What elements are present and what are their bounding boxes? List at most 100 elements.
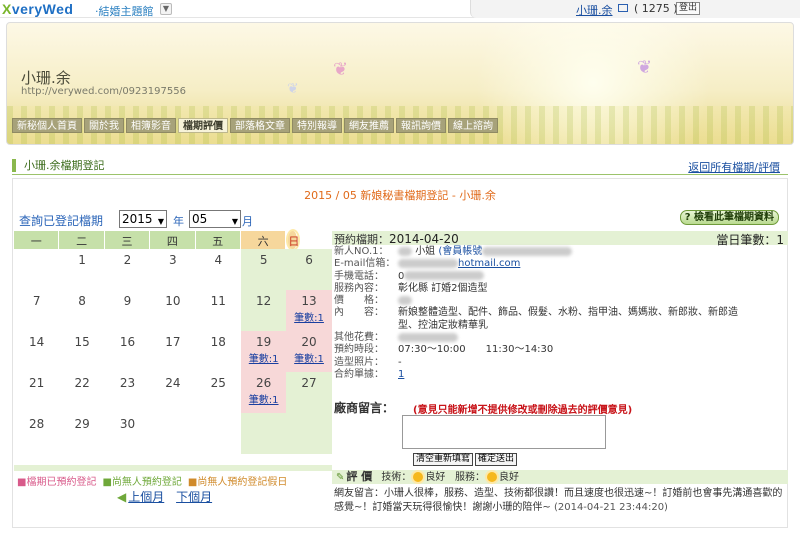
- calendar-day[interactable]: 7: [14, 290, 60, 331]
- detail-label: 合約單據：: [334, 368, 384, 380]
- nav-reports[interactable]: 特別報導: [292, 118, 342, 133]
- detail-label: 內 容：: [334, 307, 384, 319]
- back-to-all-link[interactable]: 返回所有檔期/評價: [688, 159, 780, 175]
- profile-url: http://verywed.com/0923197556: [21, 86, 186, 97]
- booking-count-link[interactable]: 筆數:1: [241, 350, 286, 365]
- calendar-day[interactable]: 11: [195, 290, 241, 331]
- nav-home[interactable]: 新秘個人首頁: [12, 118, 82, 133]
- day-number: 22: [74, 376, 90, 390]
- calendar-day[interactable]: 25: [195, 372, 241, 413]
- calendar-legend: ■檔期已預約登記 ■尚無人預約登記 ■尚無人預約登記假日: [17, 473, 287, 488]
- day-number: 19: [256, 335, 272, 349]
- day-number: 28: [29, 417, 45, 431]
- detail-label: 服務內容：: [334, 282, 384, 294]
- query-label: 查詢已登記檔期: [19, 214, 104, 228]
- calendar-day[interactable]: 19 筆數:1: [240, 331, 287, 372]
- calendar-heading: 2015 / 05 新娘秘書檔期登記 - 小珊.余: [304, 189, 496, 202]
- calendar-day[interactable]: 16: [104, 331, 151, 372]
- nav-blog[interactable]: 部落格文章: [230, 118, 290, 133]
- detail-row: E-mail信箱： hotmail.com: [334, 258, 784, 270]
- day-number: 24: [165, 376, 181, 390]
- calendar-day[interactable]: 28: [14, 413, 60, 454]
- theme-hall-link[interactable]: ·結婚主題館: [95, 3, 154, 19]
- calendar-day: [286, 413, 332, 454]
- view-booking-button[interactable]: ? 檢看此筆檔期資料: [679, 210, 779, 225]
- calendar-day[interactable]: 23: [104, 372, 151, 413]
- year-unit: 年: [173, 215, 184, 228]
- vendor-message-input[interactable]: [402, 415, 606, 449]
- user-name-link[interactable]: 小珊.余: [576, 2, 613, 18]
- calendar-day[interactable]: 15: [59, 331, 105, 372]
- calendar-day[interactable]: 6: [286, 249, 332, 290]
- month-navigation: ◀ 上個月 下個月: [117, 488, 220, 505]
- calendar-day: [150, 413, 196, 454]
- contract-link[interactable]: 1: [398, 369, 784, 381]
- tech-label: 技術：: [381, 472, 412, 483]
- sun-icon: [486, 472, 497, 482]
- nav-recommend[interactable]: 網友推薦: [344, 118, 394, 133]
- nav-about[interactable]: 關於我: [84, 118, 124, 133]
- detail-row: 新人NO.1： 小姐 (會員帳號: [334, 246, 784, 258]
- review-header: ✎ 評 價 技術： 良好 服務： 良好: [332, 470, 788, 484]
- submit-button[interactable]: 確定送出: [475, 453, 518, 466]
- clear-button[interactable]: 清空重新填寫: [413, 453, 474, 466]
- detail-row: 服務內容： 彰化縣 訂婚2個造型: [334, 283, 784, 295]
- legend-free-holiday: ■尚無人預約登記假日: [187, 477, 288, 488]
- detail-value: 型、控油定妝精華乳: [398, 319, 488, 331]
- butterfly-icon: ❦: [637, 57, 653, 78]
- calendar-day[interactable]: 4: [195, 249, 241, 290]
- calendar-day[interactable]: 26 筆數:1: [240, 372, 287, 413]
- calendar-day[interactable]: 9: [104, 290, 151, 331]
- redacted: [398, 332, 458, 342]
- day-number: 5: [259, 253, 268, 267]
- calendar-day[interactable]: 3: [150, 249, 196, 290]
- redacted: [398, 295, 412, 305]
- calendar-day[interactable]: 17: [150, 331, 196, 372]
- booking-count-link[interactable]: 筆數:1: [286, 309, 331, 324]
- logout-button[interactable]: 登出: [676, 2, 701, 15]
- theme-dropdown-icon[interactable]: ▼: [160, 3, 172, 15]
- calendar-day[interactable]: 18: [195, 331, 241, 372]
- prev-month-link[interactable]: 上個月: [128, 490, 164, 504]
- email-value: hotmail.com: [458, 258, 521, 270]
- prev-arrow-icon: ◀: [117, 490, 127, 504]
- member-account-link[interactable]: (會員帳號: [438, 246, 482, 257]
- booking-count-link[interactable]: 筆數:1: [286, 350, 331, 365]
- booking-count-link[interactable]: 筆數:1: [241, 391, 286, 406]
- calendar-week-row: 14 15 16 17 18 19 筆數:1 20 筆數:1: [14, 331, 332, 372]
- calendar-day[interactable]: 14: [14, 331, 60, 372]
- calendar-day[interactable]: 22: [59, 372, 105, 413]
- calendar-day[interactable]: 27: [286, 372, 332, 413]
- nav-albums[interactable]: 相簿影音: [126, 118, 176, 133]
- nav-consult[interactable]: 線上諮詢: [448, 118, 498, 133]
- day-number: 8: [78, 294, 86, 308]
- day-number: 1: [78, 253, 86, 267]
- detail-value[interactable]: hotmail.com: [398, 258, 784, 270]
- calendar-day[interactable]: 13 筆數:1: [286, 290, 332, 331]
- day-number: 14: [29, 335, 45, 349]
- month-select[interactable]: 05: [189, 210, 241, 230]
- calendar-day[interactable]: 8: [59, 290, 105, 331]
- detail-row: 造型照片： -: [334, 357, 784, 369]
- calendar-day[interactable]: 30: [104, 413, 151, 454]
- next-month-link[interactable]: 下個月: [176, 490, 212, 504]
- site-logo[interactable]: XveryWed: [2, 1, 73, 17]
- mail-icon[interactable]: [618, 4, 628, 12]
- nav-inquiry[interactable]: 報訊詢價: [396, 118, 446, 133]
- nav-schedule[interactable]: 檔期評價: [178, 118, 228, 133]
- calendar-day[interactable]: 1: [59, 249, 105, 290]
- calendar-day[interactable]: 10: [150, 290, 196, 331]
- detail-value: [398, 295, 784, 307]
- calendar-day[interactable]: 29: [59, 413, 105, 454]
- calendar-day[interactable]: 12: [240, 290, 287, 331]
- calendar-day[interactable]: 21: [14, 372, 60, 413]
- legend-free: ■尚無人預約登記: [102, 477, 182, 488]
- calendar-day[interactable]: 2: [104, 249, 151, 290]
- calendar-week-row: 21 22 23 24 25 26 筆數:1 27: [14, 372, 332, 413]
- year-select[interactable]: 2015: [119, 210, 167, 230]
- calendar-day[interactable]: 20 筆數:1: [286, 331, 332, 372]
- calendar-day[interactable]: 5: [240, 249, 287, 290]
- detail-label: 其他花費：: [334, 332, 384, 344]
- redacted: [398, 246, 412, 256]
- calendar-day[interactable]: 24: [150, 372, 196, 413]
